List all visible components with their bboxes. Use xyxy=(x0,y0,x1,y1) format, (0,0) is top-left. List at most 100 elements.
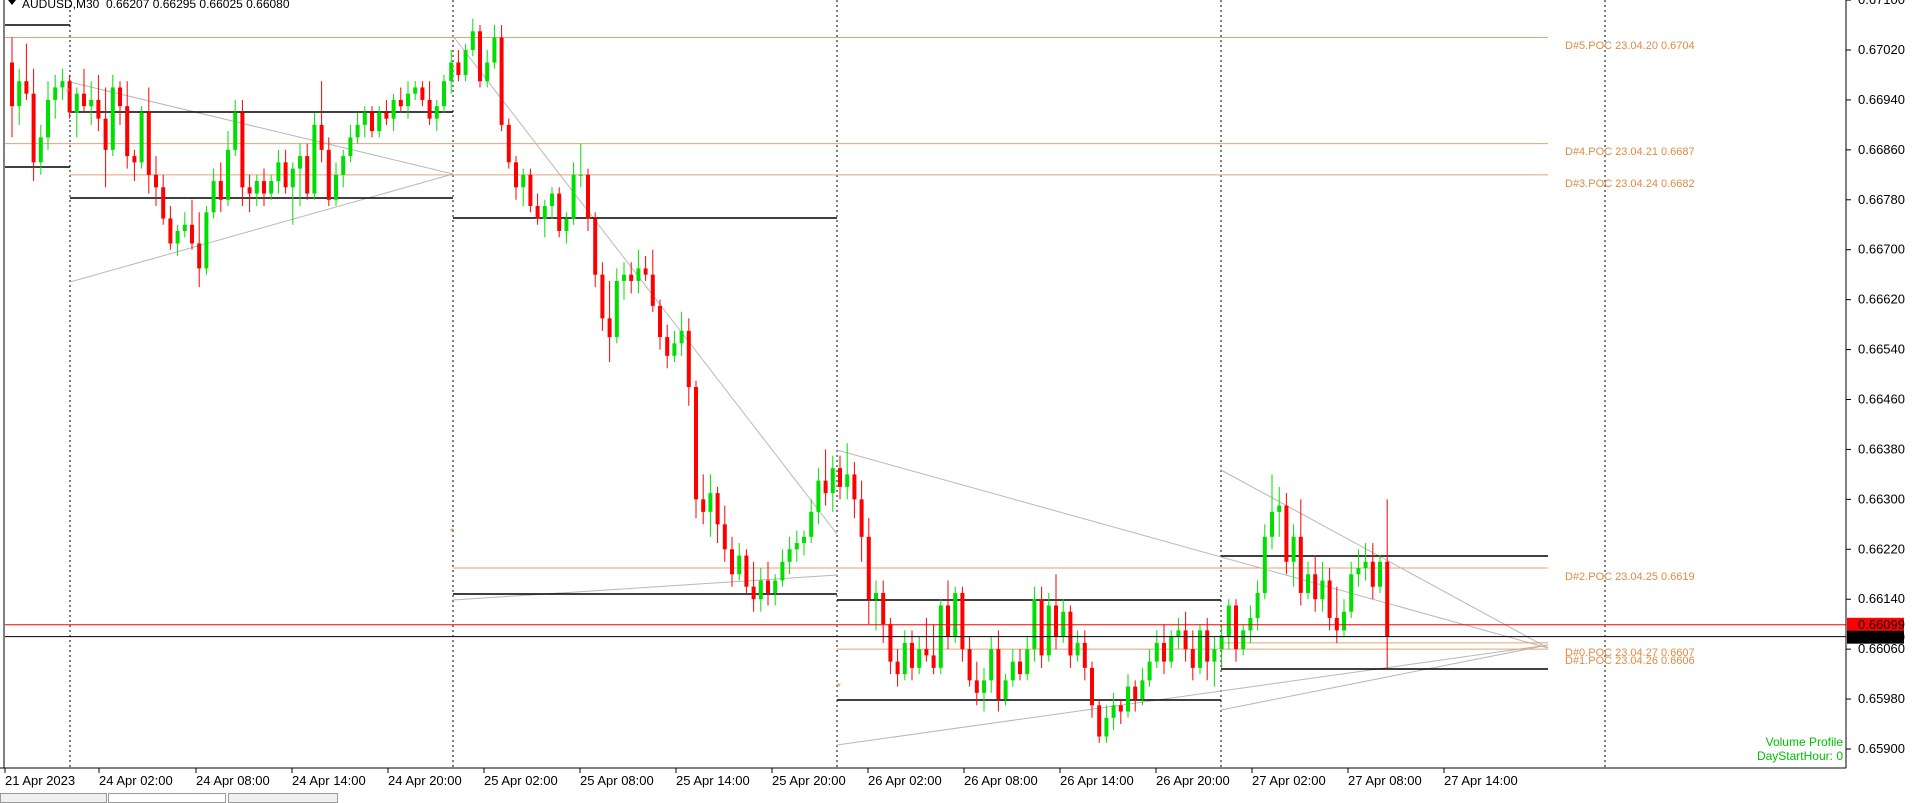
candle-body xyxy=(614,280,619,338)
price-tick-label: 0.66220 xyxy=(1858,541,1905,556)
candle xyxy=(730,536,734,587)
candle-body xyxy=(1097,705,1102,737)
candle-body xyxy=(557,193,562,231)
candle-body xyxy=(665,337,670,356)
candle-body xyxy=(31,93,36,163)
candle-body xyxy=(38,137,43,163)
candle xyxy=(758,568,763,612)
price-tick-label: 0.67020 xyxy=(1858,42,1905,57)
chart-tab-3[interactable] xyxy=(228,793,338,803)
candle-body xyxy=(334,174,338,200)
candle xyxy=(442,74,446,113)
price-tick-label: 0.66620 xyxy=(1858,292,1905,307)
time-tick-label: 26 Apr 14:00 xyxy=(1060,773,1134,788)
candle xyxy=(240,99,245,207)
candle xyxy=(305,143,310,200)
candle xyxy=(1032,586,1037,662)
candle-body xyxy=(708,493,713,512)
price-tick-label: 0.66940 xyxy=(1858,92,1905,107)
candle-body xyxy=(53,87,58,100)
candle xyxy=(1082,630,1087,681)
candle xyxy=(629,262,634,294)
candle-body xyxy=(578,174,583,176)
collapse-triangle-icon[interactable] xyxy=(8,0,16,5)
chart-tab-1[interactable] xyxy=(0,793,107,803)
candle-body xyxy=(953,592,958,637)
price-tick-label: 0.66860 xyxy=(1858,142,1905,157)
candle-body xyxy=(571,174,576,219)
candle xyxy=(1262,524,1267,600)
candle-body xyxy=(780,561,785,581)
trend-lines xyxy=(69,35,1549,746)
candle-body xyxy=(535,206,540,219)
candle xyxy=(1039,586,1044,668)
time-tick-label: 21 Apr 2023 xyxy=(5,773,75,788)
candle xyxy=(888,617,893,675)
candle xyxy=(434,99,439,132)
candle xyxy=(946,580,950,650)
candle-body xyxy=(888,624,893,662)
candle-body xyxy=(283,162,288,188)
candle-body xyxy=(917,649,922,668)
candle xyxy=(391,93,396,132)
candle xyxy=(341,149,346,188)
candle-body xyxy=(74,93,79,113)
candle-body xyxy=(82,93,86,107)
candle xyxy=(593,212,598,288)
candle-body xyxy=(636,268,641,281)
candle-body xyxy=(1018,661,1022,675)
candle-body xyxy=(830,468,835,494)
candle-body xyxy=(1370,561,1375,587)
price-chart[interactable]: * * * D#5.POC 23.04.20 0.6704 D#4.POC 23.0… xyxy=(0,0,1920,797)
candle-body xyxy=(1169,636,1174,662)
candle-body xyxy=(1003,680,1008,700)
candle-body xyxy=(629,274,634,281)
candle xyxy=(1147,649,1152,687)
candle xyxy=(1306,561,1310,600)
time-tick-label: 25 Apr 08:00 xyxy=(580,773,654,788)
price-tick-label: 0.66300 xyxy=(1858,491,1905,506)
candle-body xyxy=(1104,717,1109,737)
candle-body xyxy=(161,187,166,219)
candle-body xyxy=(427,99,432,119)
candle xyxy=(204,206,209,275)
candle xyxy=(1018,649,1022,681)
candle-body xyxy=(845,474,850,487)
candle-body xyxy=(1284,505,1289,562)
price-tick-label: 0.65900 xyxy=(1858,741,1905,756)
candle xyxy=(1349,561,1354,618)
candle-body xyxy=(118,87,122,107)
candle xyxy=(254,174,259,207)
candle xyxy=(744,549,749,593)
candle-body xyxy=(355,124,360,138)
candle xyxy=(262,168,266,207)
candle xyxy=(1133,680,1138,712)
candles xyxy=(10,18,1390,743)
candle xyxy=(521,168,526,207)
candle xyxy=(643,255,648,281)
candle xyxy=(1327,568,1332,631)
trend-line-7 xyxy=(1220,469,1549,649)
time-tick-label: 27 Apr 08:00 xyxy=(1348,773,1422,788)
candle-body xyxy=(514,162,518,188)
candle-body xyxy=(17,81,22,107)
candle xyxy=(845,443,850,500)
symbol-label: AUDUSD,M30 xyxy=(22,0,100,11)
candle-body xyxy=(1385,561,1390,637)
candle-body xyxy=(550,193,554,207)
chart-tab-2[interactable] xyxy=(108,793,226,803)
candle-body xyxy=(470,31,475,50)
candle xyxy=(463,43,468,82)
candle-body xyxy=(1356,568,1361,575)
candle xyxy=(852,461,857,519)
candle-body xyxy=(816,480,821,512)
candle xyxy=(1298,499,1303,606)
candle xyxy=(1212,636,1217,687)
candle xyxy=(1255,580,1260,631)
candle-body xyxy=(434,106,439,119)
candle xyxy=(413,81,418,100)
candle xyxy=(722,505,727,562)
candle-body xyxy=(1054,605,1058,637)
candle xyxy=(974,661,979,706)
candle-body xyxy=(751,586,756,600)
